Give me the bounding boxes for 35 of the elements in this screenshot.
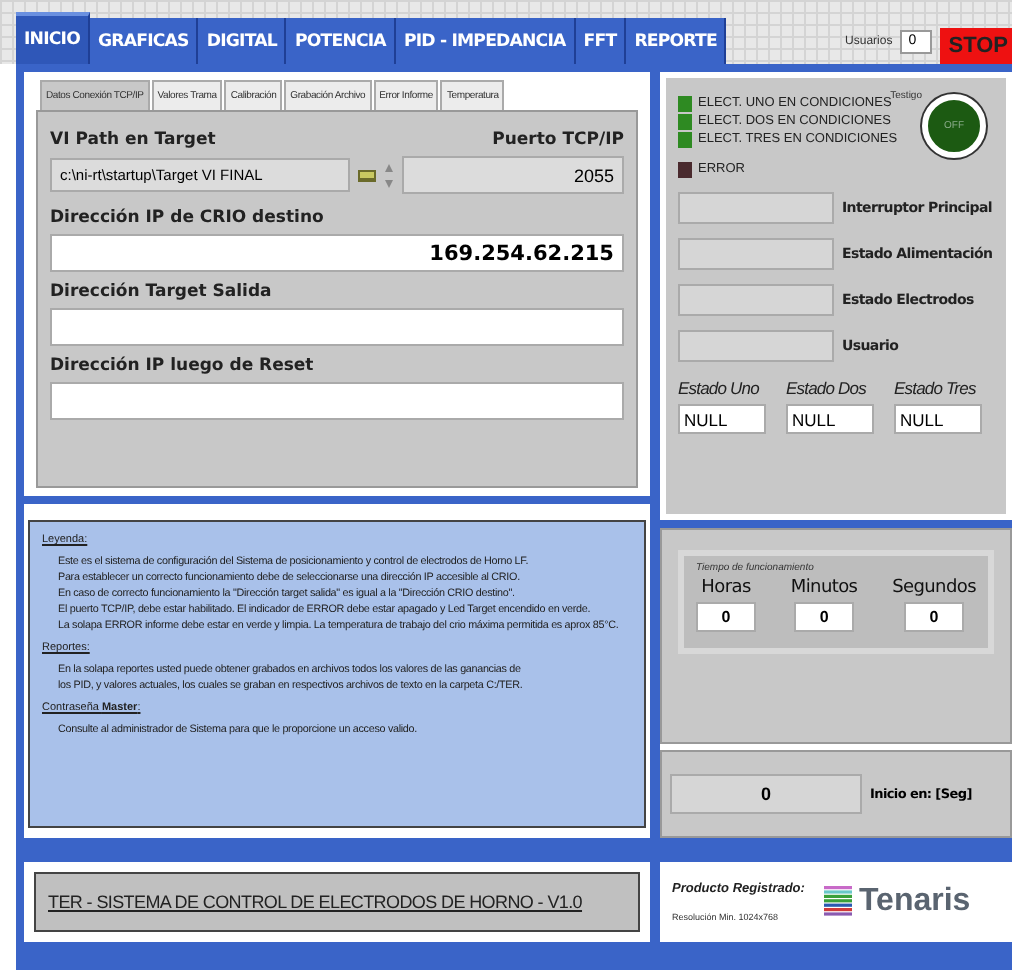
state-field: NULL <box>786 404 874 434</box>
unit-field: 0 <box>696 602 756 632</box>
field-label: Dirección IP luego de Reset <box>50 354 316 378</box>
unit-field: 0 <box>904 602 965 632</box>
address-field[interactable]: 169.254.62.215 <box>50 234 624 272</box>
start-field: 0 <box>670 774 862 814</box>
field-label: VI Path en Target <box>50 128 216 152</box>
field-label: Dirección Target Salida <box>50 280 274 304</box>
address-field[interactable] <box>50 308 624 346</box>
address-field[interactable] <box>50 382 624 420</box>
nav-tab[interactable]: DIGITAL <box>198 18 287 64</box>
app-title: TER - SISTEMA DE CONTROL DE ELECTRODOS DE HORNO - V1.0 <box>48 892 583 912</box>
state-label: Estado Dos <box>786 378 868 398</box>
port-field[interactable]: 2055 <box>402 156 624 194</box>
spinner-icon[interactable] <box>384 161 394 189</box>
field-label: Dirección IP de CRIO destino <box>50 206 326 230</box>
stop-button[interactable]: STOP <box>940 28 1012 64</box>
unit-label: Minutos <box>790 578 858 598</box>
nav-tab[interactable]: GRAFICAS <box>90 18 199 64</box>
nav-tab[interactable]: INICIO <box>16 12 90 64</box>
unit-label: Segundos <box>892 578 976 598</box>
unit-field: 0 <box>794 602 855 632</box>
field-label: Puerto TCP/IP <box>492 128 624 152</box>
state-label: Estado Tres <box>894 378 978 398</box>
state-field: NULL <box>678 404 766 434</box>
nav-tab[interactable]: REPORTE <box>626 18 727 64</box>
nav-tab[interactable]: FFT <box>575 18 627 64</box>
folder-icon[interactable] <box>358 168 376 182</box>
stripes-icon <box>824 886 853 918</box>
state-field: NULL <box>894 404 982 434</box>
state-label: Estado Uno <box>678 378 761 398</box>
nav-tab[interactable]: PID - IMPEDANCIA <box>395 18 576 64</box>
brand-logo: Tenaris <box>858 884 971 920</box>
unit-label: Horas <box>701 578 751 598</box>
nav-tab[interactable]: POTENCIA <box>286 18 396 64</box>
